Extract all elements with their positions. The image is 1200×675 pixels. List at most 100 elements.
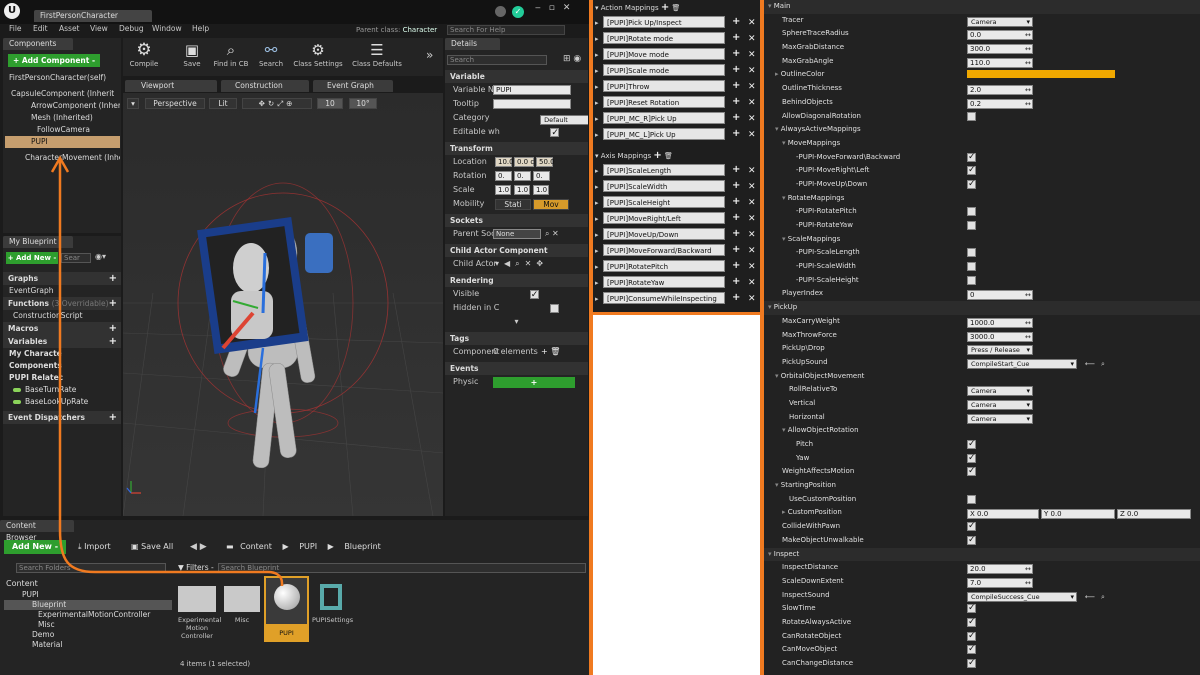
mapping-row[interactable]: ▸ [PUPI]ConsumeWhileInspecting + ✕: [595, 292, 756, 304]
menu-help[interactable]: Help: [192, 24, 209, 33]
transform-section[interactable]: Transform: [445, 142, 588, 155]
folder-demo[interactable]: Demo: [4, 630, 172, 640]
property-checkbox[interactable]: [967, 178, 976, 192]
property-checkbox[interactable]: [967, 207, 976, 217]
my-blueprint-search[interactable]: Sear: [61, 253, 91, 263]
grid-snap-button[interactable]: 10: [317, 98, 343, 109]
angle-snap-button[interactable]: 10°: [349, 98, 377, 109]
location-x[interactable]: 10.0: [495, 157, 514, 167]
base-lookup-rate-variable[interactable]: BaseLookUpRate: [3, 396, 121, 408]
crumb-blueprint[interactable]: Blueprint: [344, 542, 381, 551]
property-checkbox[interactable]: [967, 616, 976, 630]
save-all-button[interactable]: ▣ Save All: [131, 542, 173, 551]
scale-z[interactable]: 1.0: [533, 185, 549, 195]
class-defaults-button[interactable]: ☰ Class Defaults: [349, 40, 405, 68]
property-group[interactable]: ▾ ScaleMappings: [764, 233, 1200, 247]
add-key-icon[interactable]: +: [732, 128, 740, 140]
property-number-input[interactable]: 0: [967, 290, 1033, 301]
scale-x[interactable]: 1.0: [495, 185, 511, 195]
tree-item-arrow[interactable]: ArrowComponent (Inherite: [5, 100, 120, 112]
asset-tile-pupi[interactable]: PUPI: [264, 576, 309, 642]
add-key-icon[interactable]: +: [732, 244, 740, 256]
property-checkbox[interactable]: [967, 465, 976, 479]
mapping-row[interactable]: ▸ [PUPI]ScaleLength + ✕: [595, 164, 756, 176]
property-section[interactable]: ▾ Inspect: [764, 547, 1200, 562]
add-key-icon[interactable]: +: [732, 276, 740, 288]
visible-checkbox[interactable]: [529, 288, 539, 301]
add-key-icon[interactable]: +: [732, 64, 740, 76]
property-checkbox[interactable]: [967, 438, 976, 452]
property-checkbox[interactable]: [967, 248, 976, 258]
remove-mapping-icon[interactable]: ✕: [748, 261, 756, 273]
property-checkbox[interactable]: [967, 643, 976, 657]
property-section[interactable]: ▾ PickUp: [764, 301, 1200, 315]
property-number-input[interactable]: 3000.0: [967, 331, 1033, 342]
delete-axis-mappings-icon[interactable]: 🗑: [664, 152, 673, 160]
class-settings-button[interactable]: ⚙ Class Settings: [291, 40, 345, 68]
tooltip-input[interactable]: [493, 99, 571, 109]
crumb-content[interactable]: Content: [240, 542, 272, 551]
remove-mapping-icon[interactable]: ✕: [748, 49, 756, 61]
viewport[interactable]: ▾ Perspective Lit ✥↻⤢⊕ 10 10°: [123, 93, 443, 516]
mapping-row[interactable]: ▸ [PUPI]MoveRight/Left + ✕: [595, 212, 756, 224]
hidden-checkbox[interactable]: [549, 304, 559, 313]
property-number-input[interactable]: 300.0: [967, 44, 1033, 55]
macros-section[interactable]: Macros +: [3, 322, 121, 335]
save-button[interactable]: ▣ Save: [175, 40, 209, 68]
property-checkbox[interactable]: [967, 164, 976, 178]
add-physics-event-button[interactable]: +: [493, 377, 575, 388]
status-icon[interactable]: ✓: [512, 6, 524, 18]
property-checkbox[interactable]: [967, 630, 976, 643]
folder-material[interactable]: Material: [4, 640, 172, 650]
folder-experimental[interactable]: ExperimentalMotionController: [4, 610, 172, 620]
mapping-row[interactable]: ▸ [PUPI]Pick Up/Inspect + ✕: [595, 16, 756, 28]
folder-blueprint[interactable]: Blueprint: [4, 600, 172, 610]
mapping-row[interactable]: ▸ [PUPI]Scale mode + ✕: [595, 64, 756, 76]
find-in-cb-button[interactable]: ⌕ Find in CB: [211, 40, 251, 68]
search-button[interactable]: ⚯ Search: [253, 40, 289, 68]
menu-view[interactable]: View: [90, 24, 108, 33]
outline-color-swatch[interactable]: [967, 70, 1115, 79]
property-dropdown[interactable]: Camera: [967, 399, 1033, 410]
use-selected-icon[interactable]: ⟵: [1085, 593, 1095, 601]
details-search-input[interactable]: Search: [447, 55, 547, 65]
add-key-icon[interactable]: +: [732, 48, 740, 60]
property-checkbox[interactable]: [967, 111, 976, 121]
mapping-row[interactable]: ▸ [PUPI]ScaleWidth + ✕: [595, 180, 756, 192]
property-dropdown[interactable]: Camera: [967, 386, 1033, 397]
mapping-row[interactable]: ▸ [PUPI]Throw + ✕: [595, 80, 756, 92]
add-key-icon[interactable]: +: [732, 80, 740, 92]
rendering-expand-icon[interactable]: ▾: [445, 315, 588, 329]
property-number-input[interactable]: 2.0: [967, 85, 1033, 96]
rendering-section[interactable]: Rendering: [445, 274, 588, 287]
event-dispatchers-section[interactable]: Event Dispatchers +: [3, 411, 121, 424]
import-button[interactable]: ⤓ Import: [78, 542, 111, 552]
editable-checkbox[interactable]: [550, 126, 560, 139]
asset-tile-experimental[interactable]: Experimental Motion Controller: [178, 580, 221, 640]
folder-content[interactable]: Content: [4, 578, 172, 590]
mapping-row[interactable]: ▸ [PUPI]RotatePitch + ✕: [595, 260, 756, 272]
filters-button[interactable]: ▼ Filters -: [178, 563, 214, 572]
source-control-icon[interactable]: [495, 6, 506, 17]
add-key-icon[interactable]: +: [732, 32, 740, 44]
events-section[interactable]: Events: [445, 362, 588, 375]
tab-event-graph[interactable]: Event Graph: [313, 80, 393, 92]
use-selected-icon[interactable]: ⟵: [1085, 360, 1095, 368]
remove-mapping-icon[interactable]: ✕: [748, 165, 756, 177]
property-group[interactable]: ▾ RotateMappings: [764, 192, 1200, 206]
blueprint-tab[interactable]: FirstPersonCharacter: [34, 10, 152, 22]
tree-item-pupi[interactable]: PUPI: [5, 136, 120, 148]
crumb-pupi[interactable]: PUPI: [299, 542, 317, 551]
remove-mapping-icon[interactable]: ✕: [748, 113, 756, 125]
property-checkbox[interactable]: [967, 275, 976, 285]
property-checkbox[interactable]: [967, 534, 976, 548]
property-number-input[interactable]: 20.0: [967, 564, 1033, 575]
help-search-input[interactable]: Search For Help: [447, 25, 565, 35]
my-character-category[interactable]: My Characte: [3, 348, 121, 360]
property-checkbox[interactable]: [967, 494, 976, 504]
viewport-options-button[interactable]: ▾: [127, 98, 139, 109]
lit-button[interactable]: Lit: [209, 98, 237, 109]
perspective-button[interactable]: Perspective: [145, 98, 205, 109]
components-tab[interactable]: Components: [3, 38, 73, 50]
mobility-static-button[interactable]: Stati: [495, 199, 531, 210]
